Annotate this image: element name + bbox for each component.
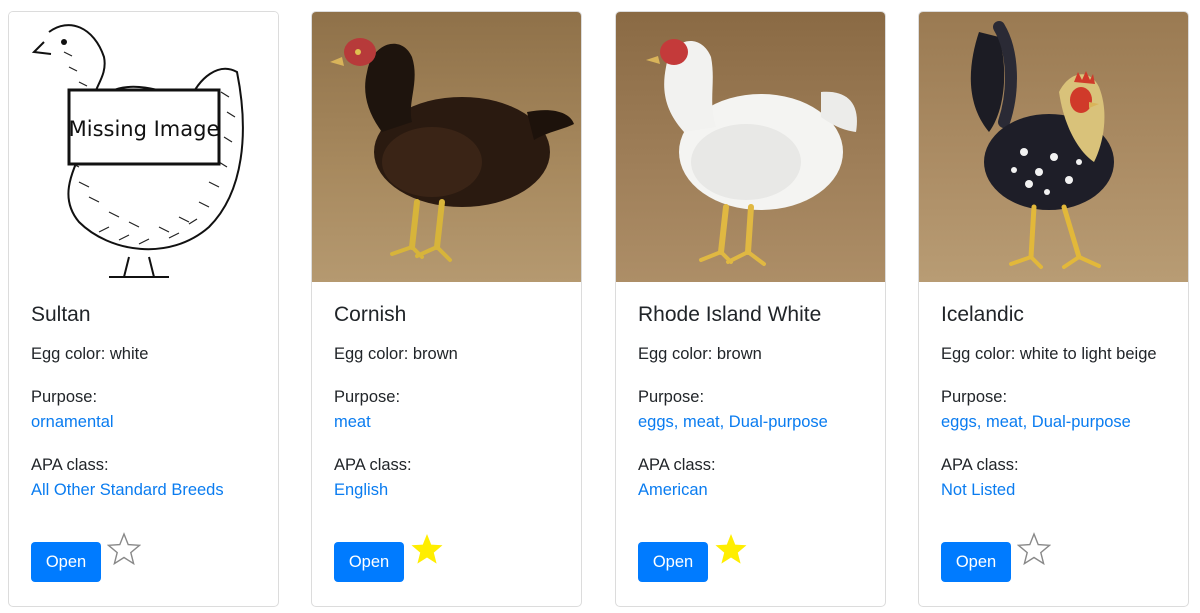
purpose-link[interactable]: eggs, meat, Dual-purpose	[638, 413, 828, 432]
breed-image	[616, 12, 885, 282]
purpose-label: Purpose:	[638, 388, 705, 406]
purpose-link[interactable]: eggs, meat, Dual-purpose	[941, 413, 1131, 432]
breed-image	[919, 12, 1188, 282]
purpose-label: Purpose:	[941, 388, 1008, 406]
star-outline-icon[interactable]	[107, 532, 141, 566]
open-button[interactable]: Open	[638, 542, 708, 582]
breed-card: Missing Image Sultan Egg color: white Pu…	[8, 11, 279, 607]
star-filled-icon[interactable]	[714, 532, 748, 566]
open-button[interactable]: Open	[31, 542, 101, 582]
missing-image-text: Missing Image	[69, 117, 220, 141]
breed-name: Icelandic	[941, 303, 1024, 326]
egg-color: Egg color: brown	[334, 345, 458, 363]
breed-name: Rhode Island White	[638, 303, 822, 326]
apa-class-label: APA class:	[334, 456, 412, 474]
apa-class-link[interactable]: English	[334, 481, 388, 500]
star-filled-icon[interactable]	[410, 532, 444, 566]
breed-card: Cornish Egg color: brown Purpose: meat A…	[311, 11, 582, 607]
open-button[interactable]: Open	[941, 542, 1011, 582]
star-outline-icon[interactable]	[1017, 532, 1051, 566]
breed-card: Rhode Island White Egg color: brown Purp…	[615, 11, 886, 607]
open-button[interactable]: Open	[334, 542, 404, 582]
breed-card: Icelandic Egg color: white to light beig…	[918, 11, 1189, 607]
apa-class-label: APA class:	[638, 456, 716, 474]
breed-image	[312, 12, 581, 282]
purpose-link[interactable]: meat	[334, 413, 371, 432]
purpose-label: Purpose:	[31, 388, 98, 406]
breed-name: Sultan	[31, 303, 91, 326]
apa-class-label: APA class:	[941, 456, 1019, 474]
apa-class-link[interactable]: All Other Standard Breeds	[31, 481, 224, 500]
purpose-label: Purpose:	[334, 388, 401, 406]
egg-color: Egg color: white	[31, 345, 149, 363]
breed-image: Missing Image	[9, 12, 278, 282]
apa-class-link[interactable]: Not Listed	[941, 481, 1015, 500]
egg-color: Egg color: brown	[638, 345, 762, 363]
purpose-link[interactable]: ornamental	[31, 413, 114, 432]
apa-class-label: APA class:	[31, 456, 109, 474]
breed-name: Cornish	[334, 303, 407, 326]
apa-class-link[interactable]: American	[638, 481, 708, 500]
egg-color: Egg color: white to light beige	[941, 345, 1157, 363]
